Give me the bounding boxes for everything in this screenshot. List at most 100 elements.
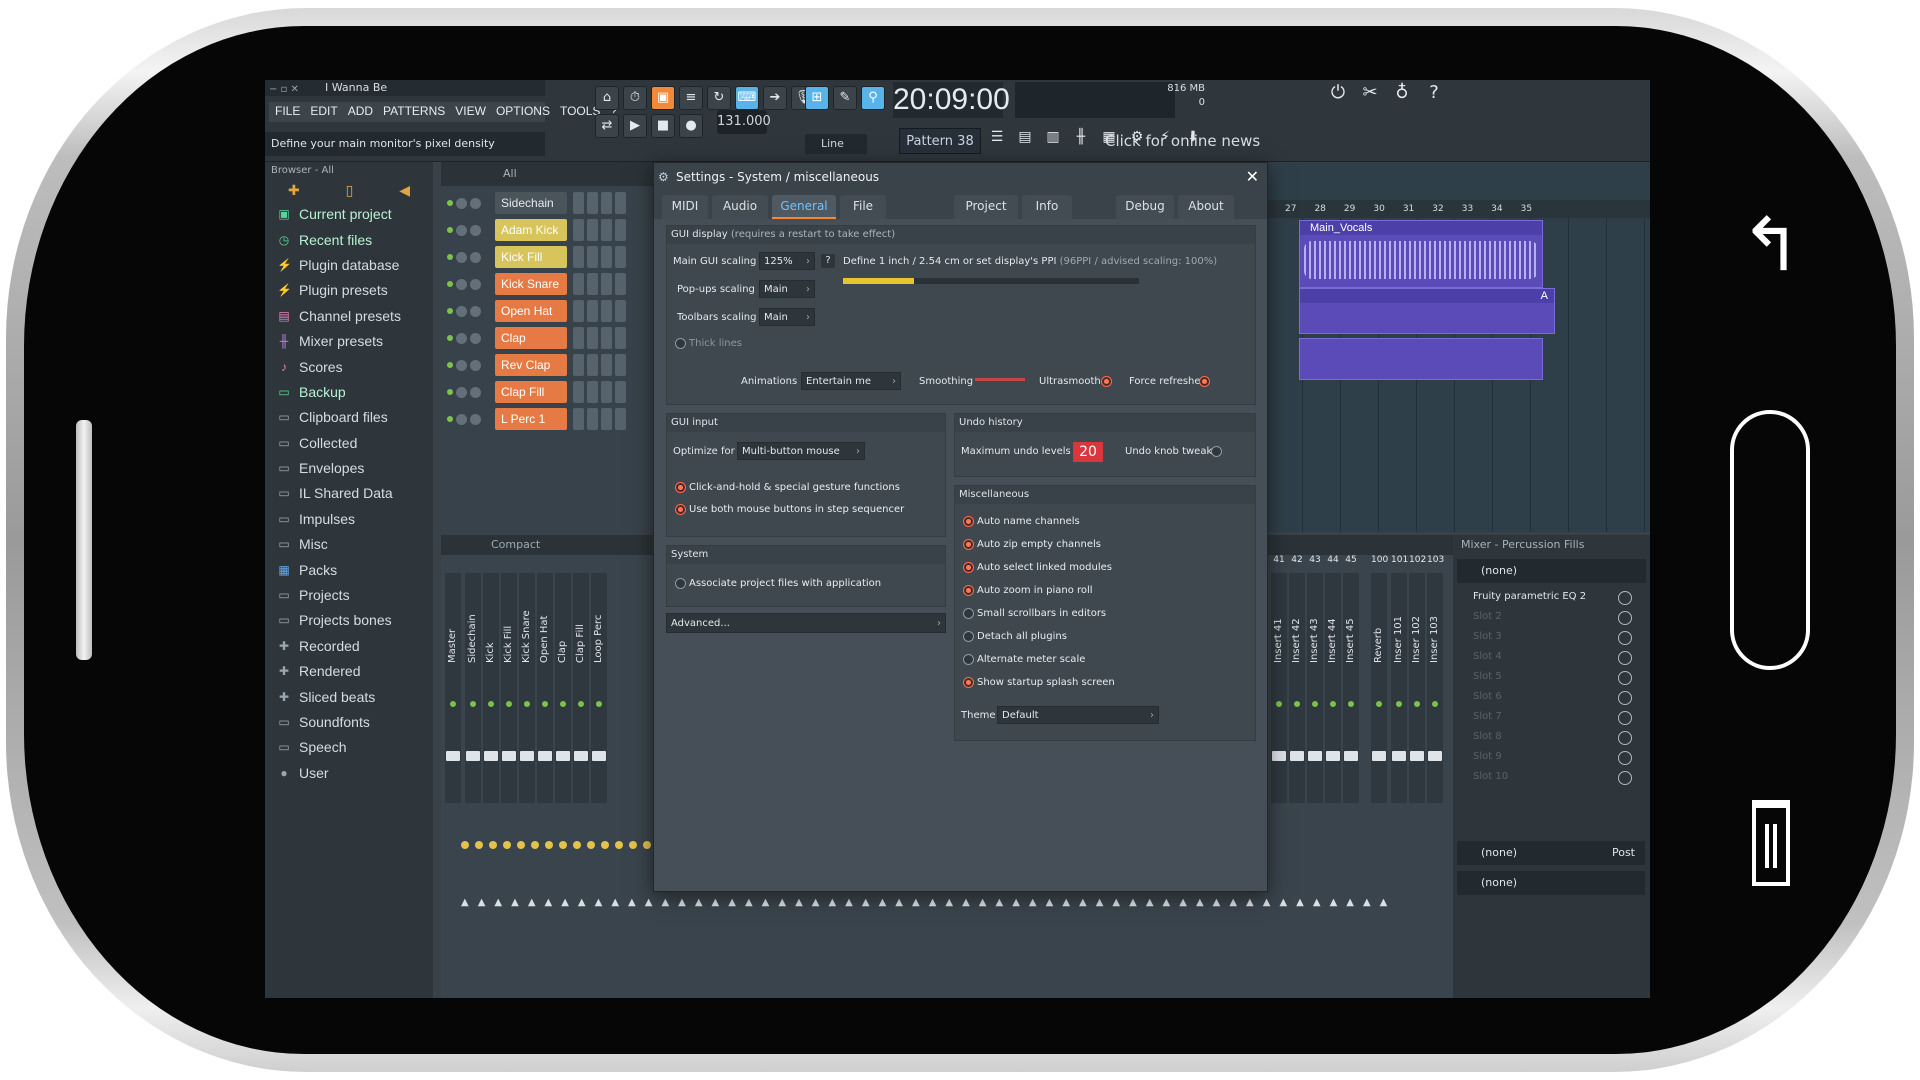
route-arrow-icon[interactable]: ▲ xyxy=(1096,897,1104,909)
pattern-selector[interactable]: Pattern 38 xyxy=(899,128,981,154)
pan-knob[interactable] xyxy=(601,841,609,849)
channel-button[interactable]: Sidechain xyxy=(495,192,567,214)
misc-option-radio[interactable] xyxy=(963,631,974,642)
channel-controls[interactable] xyxy=(447,273,491,295)
advanced-dropdown[interactable]: Advanced... xyxy=(666,613,946,634)
song-position-clock[interactable]: 20:09:00 xyxy=(893,82,1010,118)
metronome-icon[interactable]: ⌂ xyxy=(595,86,619,110)
mixer-strip[interactable]: 43 Insert 43 xyxy=(1307,555,1323,803)
browser-item[interactable]: ▭ Projects bones xyxy=(277,608,433,633)
pattern-song-icon[interactable]: ⇄ xyxy=(595,114,619,138)
mixer-strip[interactable]: Clap xyxy=(555,573,571,803)
mixer-strip[interactable]: Open Hat xyxy=(537,573,553,803)
phone-side-button[interactable] xyxy=(76,420,92,660)
route-arrow-icon[interactable]: ▲ xyxy=(695,897,703,909)
optimize-select[interactable]: Multi-button mouse xyxy=(737,442,865,461)
route-arrow-icon[interactable]: ▲ xyxy=(1112,897,1120,909)
tab-file[interactable]: File xyxy=(840,195,886,219)
pan-knob[interactable] xyxy=(461,841,469,849)
route-arrow-icon[interactable]: ▲ xyxy=(494,897,502,909)
tab-general[interactable]: General xyxy=(772,195,836,219)
pan-knob[interactable] xyxy=(489,841,497,849)
route-arrow-icon[interactable]: ▲ xyxy=(461,897,469,909)
route-arrow-icon[interactable]: ▲ xyxy=(1046,897,1054,909)
volume-fader[interactable] xyxy=(446,751,460,761)
step-sequencer-row[interactable] xyxy=(573,246,653,268)
pan-knob[interactable] xyxy=(545,841,553,849)
step-edit-icon[interactable]: ▣ xyxy=(651,86,675,110)
route-arrow-icon[interactable]: ▲ xyxy=(728,897,736,909)
volume-fader[interactable] xyxy=(1344,751,1358,761)
pan-knob[interactable] xyxy=(517,841,525,849)
route-arrow-icon[interactable]: ▲ xyxy=(828,897,836,909)
route-arrow-icon[interactable]: ▲ xyxy=(561,897,569,909)
route-arrow-icon[interactable]: ▲ xyxy=(879,897,887,909)
timeline-ruler[interactable]: 27 28 29 30 31 32 33 34 35 xyxy=(1265,200,1650,218)
browser-item[interactable]: ╫ Mixer presets xyxy=(277,329,433,354)
mixer-strip[interactable]: Kick Snare xyxy=(519,573,535,803)
tools-icon[interactable]: ✂ xyxy=(1357,82,1383,112)
browser-item[interactable]: ▭ Speech xyxy=(277,735,433,760)
power-icon[interactable]: ⏻ xyxy=(1325,82,1351,112)
channel-button[interactable]: Clap Fill xyxy=(495,381,567,403)
route-arrow-icon[interactable]: ▲ xyxy=(1163,897,1171,909)
pan-knob[interactable] xyxy=(615,841,623,849)
route-arrow-icon[interactable]: ▲ xyxy=(645,897,653,909)
route-arrow-icon[interactable]: ▲ xyxy=(595,897,603,909)
smoothing-knob[interactable] xyxy=(975,378,1025,381)
route-arrow-icon[interactable]: ▲ xyxy=(795,897,803,909)
arrow-icon[interactable]: ➔ xyxy=(763,86,787,110)
mixer-strip[interactable]: 102 Inser 102 xyxy=(1409,555,1426,803)
effect-slot[interactable]: Fruity parametric EQ 2 xyxy=(1457,587,1646,607)
effect-slot[interactable]: Slot 6 xyxy=(1457,687,1646,707)
animations-select[interactable]: Entertain me xyxy=(801,372,901,391)
pencil-icon[interactable]: ✎ xyxy=(833,86,857,110)
snap-icon[interactable]: ⊞ xyxy=(805,86,829,110)
volume-fader[interactable] xyxy=(1272,751,1286,761)
channel-button[interactable]: L Perc 1 xyxy=(495,408,567,430)
volume-fader[interactable] xyxy=(484,751,498,761)
misc-option-radio[interactable] xyxy=(963,654,974,665)
route-arrow-icon[interactable]: ▲ xyxy=(578,897,586,909)
step-sequencer-row[interactable] xyxy=(573,381,653,403)
toolbars-select[interactable]: Main xyxy=(759,308,815,327)
channel-controls[interactable] xyxy=(447,219,491,241)
route-arrow-icon[interactable]: ▲ xyxy=(511,897,519,909)
route-arrow-icon[interactable]: ▲ xyxy=(812,897,820,909)
route-arrow-icon[interactable]: ▲ xyxy=(628,897,636,909)
online-news[interactable]: Click for online news xyxy=(1085,128,1285,154)
effect-slot[interactable]: Slot 10 xyxy=(1457,767,1646,787)
route-arrow-icon[interactable]: ▲ xyxy=(979,897,987,909)
browser-item[interactable]: ✚ Rendered xyxy=(277,659,433,684)
effect-slot[interactable]: Slot 8 xyxy=(1457,727,1646,747)
step-sequencer-row[interactable] xyxy=(573,219,653,241)
tempo-display[interactable]: 131.000 xyxy=(717,110,771,134)
route-arrow-icon[interactable]: ▲ xyxy=(1263,897,1271,909)
tab-about[interactable]: About xyxy=(1178,195,1234,219)
menu-patterns[interactable]: PATTERNS xyxy=(383,104,445,120)
audio-clip-secondary[interactable]: A xyxy=(1299,288,1555,334)
effect-slot[interactable]: Slot 4 xyxy=(1457,647,1646,667)
tab-info[interactable]: Info xyxy=(1022,195,1072,219)
route-arrow-icon[interactable]: ▲ xyxy=(945,897,953,909)
file-icon[interactable]: ▯ xyxy=(346,180,354,202)
undo-max-value[interactable]: 20 xyxy=(1073,442,1103,462)
step-sequencer-row[interactable] xyxy=(573,273,653,295)
channel-button[interactable]: Open Hat xyxy=(495,300,567,322)
mixer-strip[interactable]: Kick xyxy=(483,573,499,803)
step-sequencer-row[interactable] xyxy=(573,300,653,322)
volume-fader[interactable] xyxy=(520,751,534,761)
step-sequencer-row[interactable] xyxy=(573,327,653,349)
effect-slot[interactable]: Slot 2 xyxy=(1457,607,1646,627)
browser-item[interactable]: ● User xyxy=(277,761,433,786)
pan-knob[interactable] xyxy=(587,841,595,849)
misc-option-radio[interactable] xyxy=(963,585,974,596)
effect-slot[interactable]: Slot 3 xyxy=(1457,627,1646,647)
pan-knob[interactable] xyxy=(643,841,651,849)
misc-option-radio[interactable] xyxy=(963,516,974,527)
effect-slot[interactable]: Slot 7 xyxy=(1457,707,1646,727)
route-arrow-icon[interactable]: ▲ xyxy=(1279,897,1287,909)
menu-file[interactable]: FILE xyxy=(275,104,300,120)
route-arrow-icon[interactable]: ▲ xyxy=(528,897,536,909)
browser-item[interactable]: ♪ Scores xyxy=(277,354,433,379)
